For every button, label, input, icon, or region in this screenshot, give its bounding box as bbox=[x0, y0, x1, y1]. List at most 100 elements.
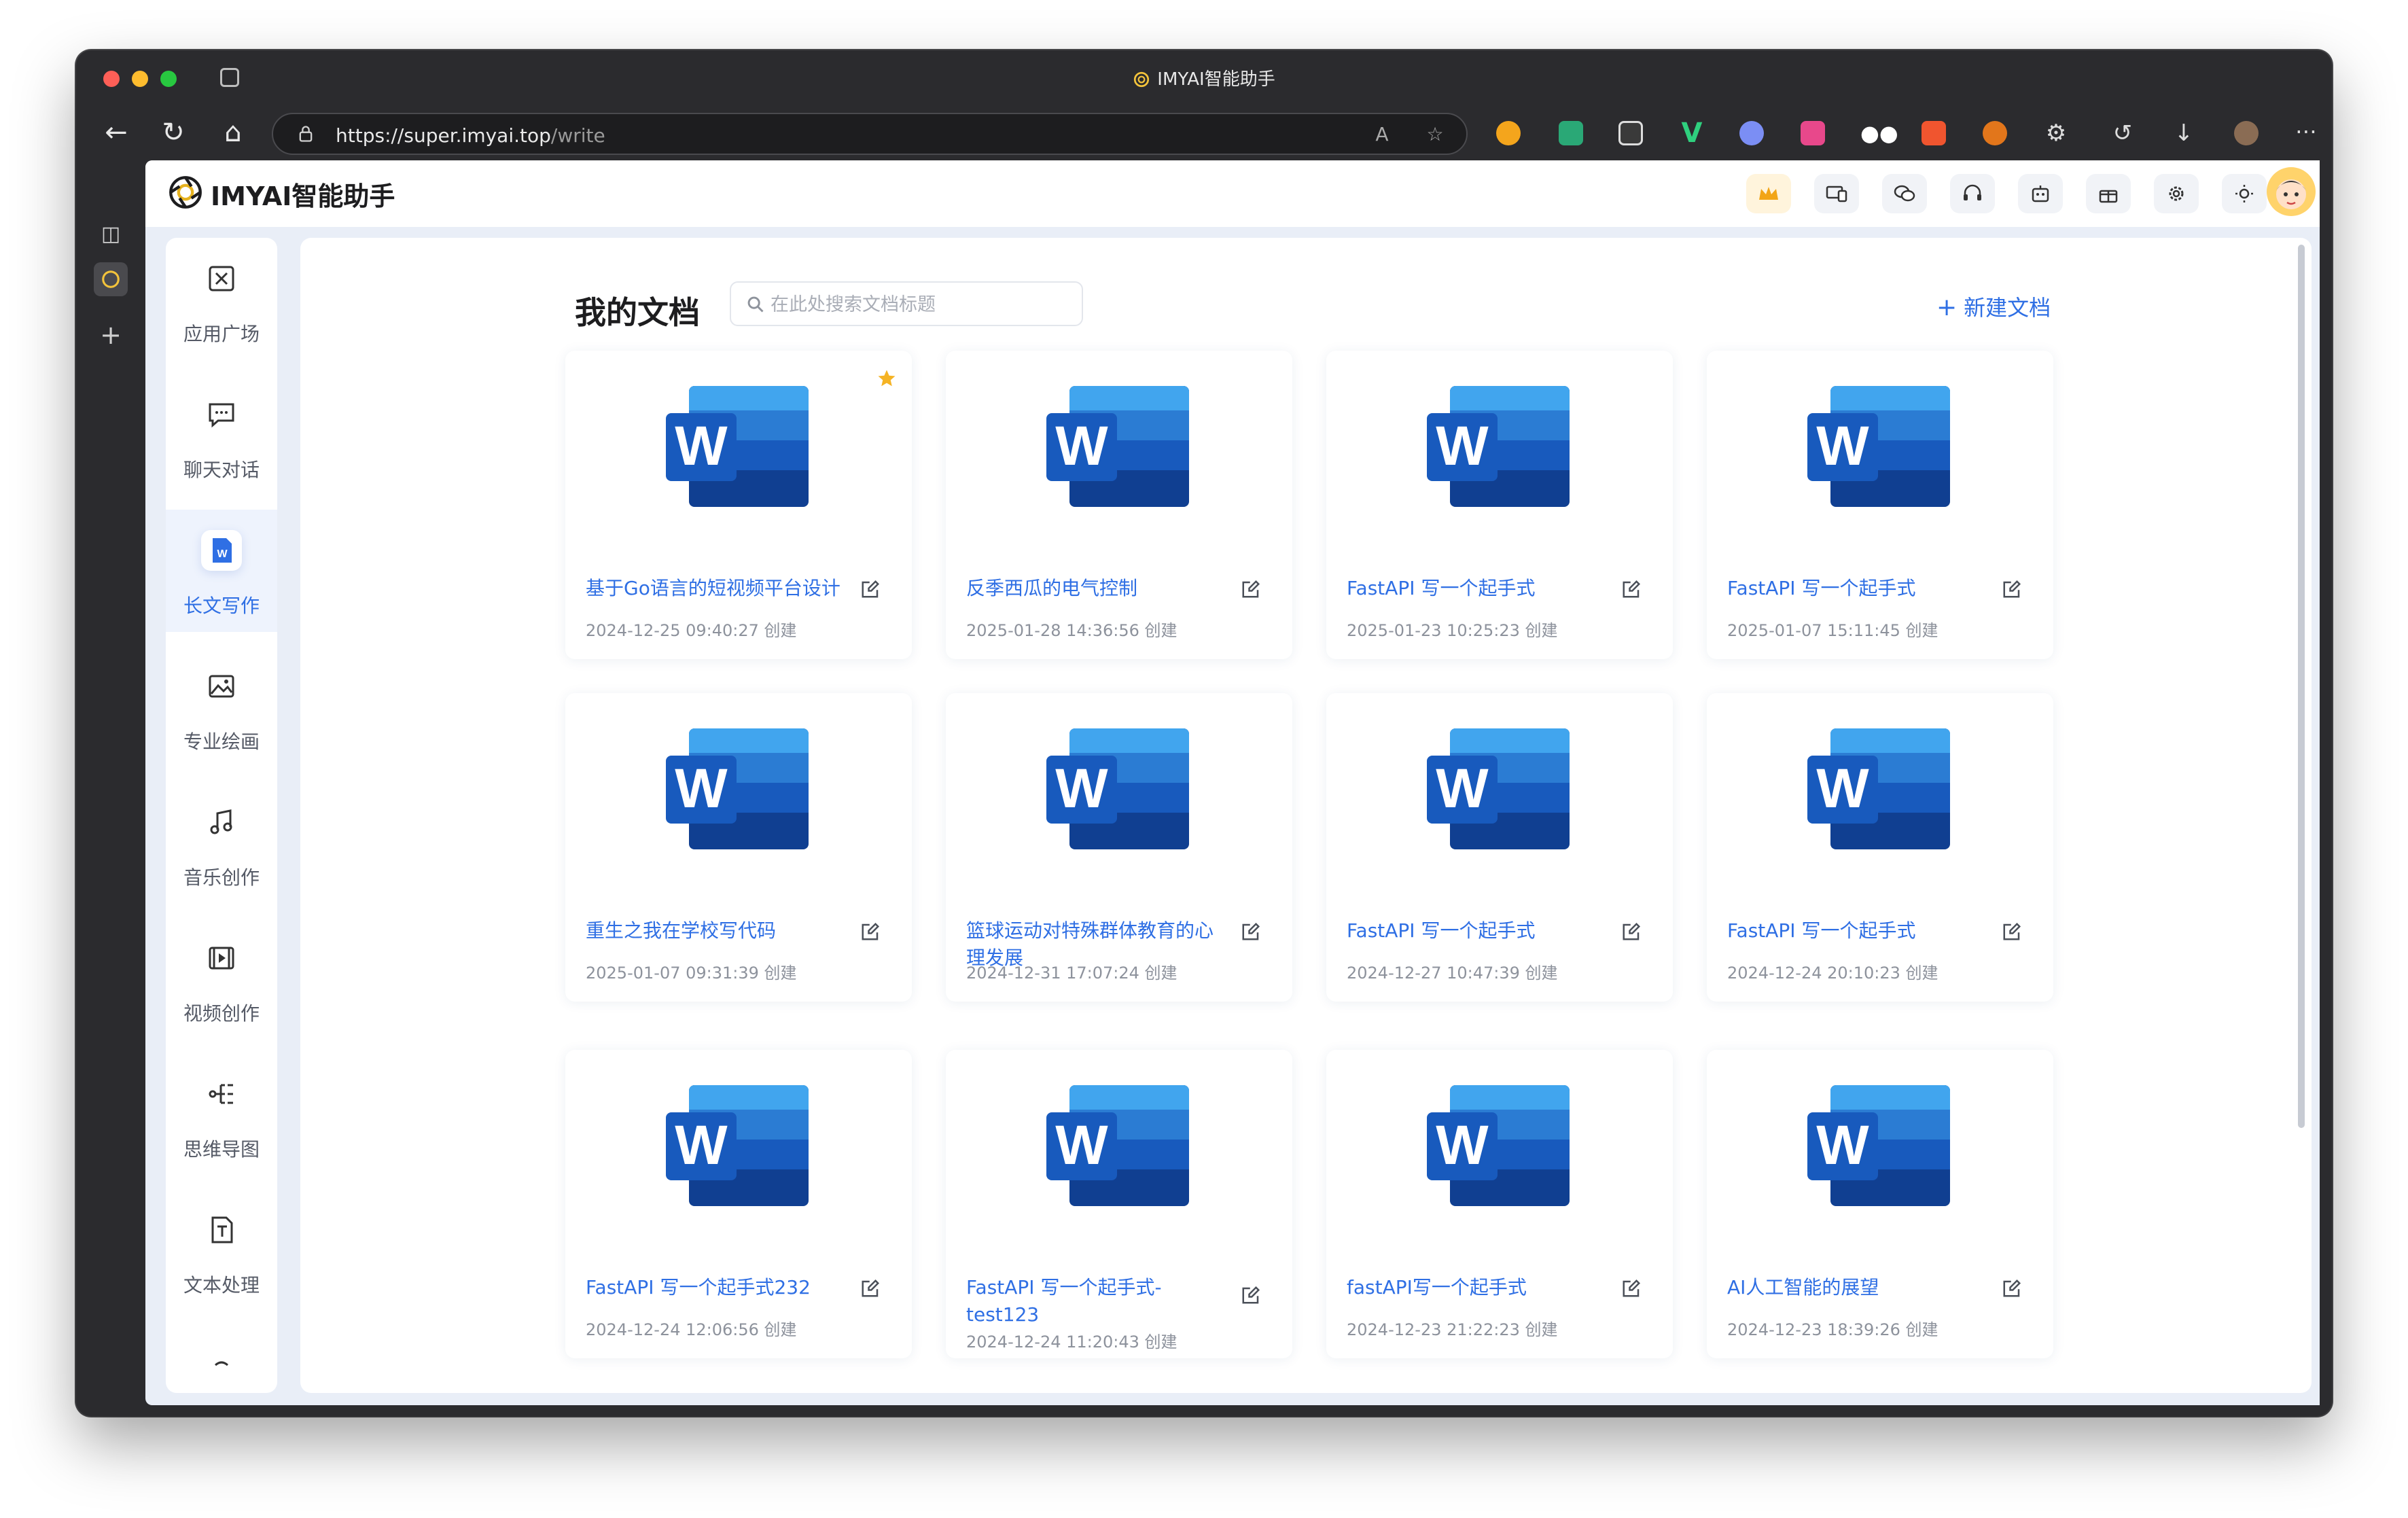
robot-button[interactable] bbox=[2018, 174, 2063, 213]
document-date: 2024-12-23 21:22:23 创建 bbox=[1347, 1320, 1558, 1339]
svg-text:W: W bbox=[217, 548, 228, 560]
profile-avatar[interactable] bbox=[2234, 121, 2259, 145]
edit-icon[interactable] bbox=[1621, 579, 1642, 599]
svg-text:W: W bbox=[1055, 758, 1108, 819]
wechat-icon bbox=[1894, 185, 1915, 202]
gift-icon bbox=[2099, 190, 2118, 203]
extension-icon-5[interactable] bbox=[1739, 121, 1764, 145]
active-tab-favicon[interactable] bbox=[94, 262, 128, 296]
reload-icon[interactable]: ↻ bbox=[156, 116, 190, 149]
search-input[interactable] bbox=[769, 289, 1071, 319]
edit-icon[interactable] bbox=[1621, 921, 1642, 942]
document-card[interactable]: W 重生之我在学校写代码 2025-01-07 09:31:39 创建 bbox=[565, 693, 912, 1002]
nav-item-video[interactable]: 视频创作 bbox=[166, 917, 277, 1040]
search-box[interactable] bbox=[730, 281, 1083, 326]
document-title[interactable]: FastAPI 写一个起手式 bbox=[1347, 575, 1605, 602]
document-title[interactable]: FastAPI 写一个起手式 bbox=[1727, 917, 1985, 945]
download-icon[interactable]: ↓ bbox=[2172, 121, 2196, 145]
svg-text:W: W bbox=[675, 758, 728, 819]
document-card[interactable]: W FastAPI 写一个起手式 2025-01-23 10:25:23 创建 bbox=[1326, 351, 1673, 659]
back-arrow-icon[interactable]: ← bbox=[99, 116, 133, 149]
nav-item-mindmap[interactable]: 思维导图 bbox=[166, 1053, 277, 1176]
edit-icon[interactable] bbox=[2002, 921, 2022, 942]
new-tab-plus-icon[interactable]: + bbox=[94, 318, 128, 352]
wechat-button[interactable] bbox=[1882, 174, 1927, 213]
gift-button[interactable] bbox=[2086, 174, 2131, 213]
document-title[interactable]: 反季西瓜的电气控制 bbox=[966, 575, 1224, 602]
extension-icon-8[interactable] bbox=[1922, 121, 1946, 145]
nav-item-music[interactable]: 音乐创作 bbox=[166, 781, 277, 904]
settings-button[interactable] bbox=[2154, 174, 2199, 213]
vue-extension-icon[interactable]: V bbox=[1680, 120, 1704, 147]
nav-item-text[interactable]: 文本处理 bbox=[166, 1189, 277, 1311]
document-date: 2024-12-24 11:20:43 创建 bbox=[966, 1332, 1178, 1352]
edit-icon[interactable] bbox=[1621, 1278, 1642, 1299]
document-title[interactable]: 重生之我在学校写代码 bbox=[586, 917, 844, 945]
user-avatar[interactable] bbox=[2267, 167, 2316, 216]
document-date: 2025-01-28 14:36:56 创建 bbox=[966, 621, 1178, 640]
svg-text:W: W bbox=[1816, 1114, 1869, 1176]
history-icon[interactable]: ↺ bbox=[2110, 121, 2135, 145]
extensions-puzzle-icon[interactable]: ⚙ bbox=[2044, 121, 2068, 145]
document-date: 2025-01-07 09:31:39 创建 bbox=[586, 964, 797, 983]
nav-item-painting[interactable]: 专业绘画 bbox=[166, 646, 277, 768]
edit-icon[interactable] bbox=[1241, 921, 1261, 942]
star-icon[interactable] bbox=[877, 368, 897, 389]
document-card[interactable]: W FastAPI 写一个起手式232 2024-12-24 12:06:56 … bbox=[565, 1050, 912, 1358]
mindmap-icon bbox=[201, 1074, 242, 1114]
read-aloud-icon[interactable]: A bbox=[1371, 124, 1393, 145]
theme-toggle-button[interactable] bbox=[2222, 174, 2267, 213]
vip-crown-button[interactable] bbox=[1746, 174, 1791, 213]
document-card[interactable]: W 篮球运动对特殊群体教育的心理发展 2024-12-31 17:07:24 创… bbox=[946, 693, 1292, 1002]
extension-icon-2[interactable] bbox=[1559, 121, 1583, 145]
more-nav-icon bbox=[201, 1345, 242, 1386]
nav-item-long-writing[interactable]: W 长文写作 bbox=[166, 510, 277, 632]
favorite-star-icon[interactable]: ☆ bbox=[1424, 124, 1446, 145]
new-document-button[interactable]: + 新建文档 bbox=[1936, 291, 2051, 322]
devices-button[interactable] bbox=[1814, 174, 1859, 213]
robot-icon bbox=[2032, 186, 2049, 202]
support-button[interactable] bbox=[1950, 174, 1995, 213]
document-title[interactable]: FastAPI 写一个起手式-test123 bbox=[966, 1274, 1224, 1328]
document-card[interactable]: W FastAPI 写一个起手式-test123 2024-12-24 11:2… bbox=[946, 1050, 1292, 1358]
nav-item-app-square[interactable]: 应用广场 bbox=[166, 238, 277, 360]
word-document-icon: W bbox=[666, 386, 809, 507]
extension-icon-1[interactable] bbox=[1496, 121, 1521, 145]
document-card[interactable]: W FastAPI 写一个起手式 2025-01-07 15:11:45 创建 bbox=[1707, 351, 2053, 659]
vertical-scrollbar[interactable] bbox=[2298, 245, 2305, 1128]
nav-item-more[interactable] bbox=[166, 1325, 277, 1393]
document-title[interactable]: fastAPI写一个起手式 bbox=[1347, 1274, 1605, 1301]
edit-icon[interactable] bbox=[1241, 1285, 1261, 1305]
edit-icon[interactable] bbox=[2002, 1278, 2022, 1299]
document-title[interactable]: AI人工智能的展望 bbox=[1727, 1274, 1985, 1301]
edit-icon[interactable] bbox=[860, 1278, 881, 1299]
edit-icon[interactable] bbox=[2002, 579, 2022, 599]
sidebar-toggle-icon[interactable]: ◫ bbox=[94, 217, 128, 251]
document-card[interactable]: W fastAPI写一个起手式 2024-12-23 21:22:23 创建 bbox=[1326, 1050, 1673, 1358]
document-title[interactable]: FastAPI 写一个起手式 bbox=[1727, 575, 1985, 602]
extension-icon-7[interactable]: ●● bbox=[1860, 121, 1898, 145]
edit-icon[interactable] bbox=[860, 921, 881, 942]
document-title[interactable]: 基于Go语言的短视频平台设计 bbox=[586, 575, 844, 602]
sun-icon bbox=[2235, 185, 2253, 202]
edit-icon[interactable] bbox=[860, 579, 881, 599]
document-card[interactable]: W AI人工智能的展望 2024-12-23 18:39:26 创建 bbox=[1707, 1050, 2053, 1358]
nav-item-chat[interactable]: 聊天对话 bbox=[166, 374, 277, 496]
document-title[interactable]: FastAPI 写一个起手式232 bbox=[586, 1274, 844, 1301]
more-menu-icon[interactable]: ⋯ bbox=[2294, 120, 2318, 145]
document-card[interactable]: W 反季西瓜的电气控制 2025-01-28 14:36:56 创建 bbox=[946, 351, 1292, 659]
document-card[interactable]: W FastAPI 写一个起手式 2024-12-24 20:10:23 创建 bbox=[1707, 693, 2053, 1002]
text-icon bbox=[201, 1210, 242, 1250]
svg-text:W: W bbox=[1055, 415, 1108, 477]
translate-extension-icon[interactable] bbox=[1801, 121, 1825, 145]
address-bar[interactable]: https://super.imyai.top/write A ☆ bbox=[272, 113, 1468, 155]
brand-name[interactable]: IMYAI智能助手 bbox=[211, 175, 395, 213]
extension-icon-9[interactable] bbox=[1983, 121, 2007, 145]
document-card[interactable]: W 基于Go语言的短视频平台设计 2024-12-25 09:40:27 创建 bbox=[565, 351, 912, 659]
edit-icon[interactable] bbox=[1241, 579, 1261, 599]
extension-icon-3[interactable] bbox=[1618, 121, 1643, 145]
document-title[interactable]: FastAPI 写一个起手式 bbox=[1347, 917, 1605, 945]
home-icon[interactable]: ⌂ bbox=[216, 116, 250, 149]
document-card[interactable]: W FastAPI 写一个起手式 2024-12-27 10:47:39 创建 bbox=[1326, 693, 1673, 1002]
word-document-icon: W bbox=[1427, 728, 1570, 849]
